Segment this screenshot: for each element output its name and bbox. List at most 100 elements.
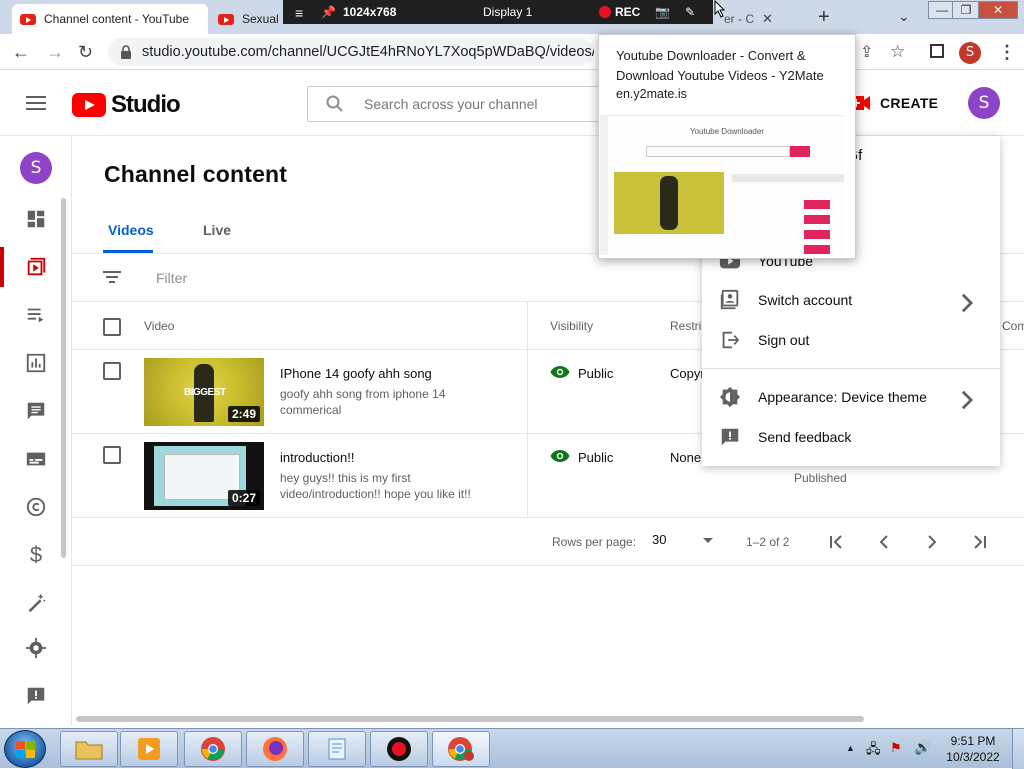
taskbar-chrome-profile[interactable] — [432, 731, 490, 767]
display-label[interactable]: Display 1 — [483, 5, 532, 19]
menu-item-label: Switch account — [758, 292, 853, 308]
network-icon[interactable]: 🖧 — [866, 740, 881, 762]
restrictions-status[interactable]: Copyr — [670, 366, 705, 381]
taskbar-firefox[interactable] — [246, 731, 304, 767]
dashboard-icon — [27, 210, 45, 228]
column-header-comments[interactable]: Com — [1002, 319, 1024, 333]
taskbar-explorer[interactable] — [60, 731, 118, 767]
recorder-icon — [387, 737, 411, 761]
reload-icon[interactable]: ↻ — [78, 42, 93, 63]
column-header-video[interactable]: Video — [144, 319, 174, 333]
record-dot-icon — [599, 6, 611, 18]
tab-search-chevron-icon[interactable]: ⌄ — [898, 8, 910, 25]
channel-avatar[interactable]: S — [20, 152, 52, 184]
sidebar-item-earn[interactable]: $ — [0, 535, 72, 575]
side-panel-icon[interactable] — [930, 44, 944, 58]
volume-icon[interactable]: 🔊 — [914, 739, 931, 756]
restore-icon[interactable]: ❐ — [952, 1, 980, 19]
previous-page-icon[interactable] — [876, 534, 892, 550]
video-title[interactable]: introduction!! — [280, 450, 354, 465]
forward-icon[interactable]: → — [46, 42, 64, 63]
address-bar[interactable]: studio.youtube.com/channel/UCGJtE4hRNoYL… — [108, 38, 594, 66]
show-desktop-button[interactable] — [1012, 729, 1024, 769]
menu-item-send-feedback[interactable]: Send feedback — [702, 417, 1000, 457]
tab-third[interactable]: er - C ✕ — [716, 4, 806, 34]
tab-videos[interactable]: Videos — [108, 222, 154, 238]
restrictions-status[interactable]: None — [670, 450, 701, 465]
pencil-icon[interactable]: ✎ — [685, 5, 695, 19]
create-button[interactable]: CREATE — [848, 86, 938, 120]
preview-download-button — [804, 245, 830, 254]
pin-icon[interactable]: 📌 — [321, 5, 336, 19]
system-clock[interactable]: 9:51 PM 10/3/2022 — [944, 733, 1002, 765]
sidebar-item-dashboard[interactable] — [0, 199, 72, 239]
record-button[interactable]: REC — [599, 5, 640, 19]
menu-item-sign-out[interactable]: Sign out — [702, 320, 1000, 360]
filter-input[interactable]: Filter — [156, 270, 187, 286]
action-center-icon[interactable]: ⚑ — [890, 740, 902, 756]
menu-item-appearance[interactable]: Appearance: Device theme — [702, 377, 1000, 417]
column-header-restrictions[interactable]: Restri — [670, 319, 701, 333]
visibility-status[interactable]: Public — [578, 450, 613, 465]
show-hidden-icons-icon[interactable]: ▲ — [846, 743, 855, 753]
analytics-icon — [26, 353, 46, 373]
taskbar-chrome[interactable] — [184, 731, 242, 767]
video-thumbnail[interactable]: BIGGEST 2:49 — [144, 358, 264, 426]
sidebar-item-comments[interactable] — [0, 391, 72, 431]
sidebar-item-copyright[interactable] — [0, 487, 72, 527]
subtitles-icon — [26, 452, 46, 466]
clock-date: 10/3/2022 — [946, 750, 1000, 764]
tab-second[interactable]: Sexual — [210, 4, 290, 34]
next-page-icon[interactable] — [924, 534, 940, 550]
switch-account-icon — [720, 289, 739, 310]
rows-per-page-select[interactable]: 30 — [652, 532, 714, 552]
video-thumbnail[interactable]: 0:27 — [144, 442, 264, 510]
youtube-favicon-icon — [218, 13, 234, 25]
new-tab-icon[interactable]: + — [818, 6, 830, 29]
menu-icon[interactable]: ≡ — [295, 5, 303, 21]
customization-icon — [28, 593, 46, 613]
taskbar-recorder[interactable] — [370, 731, 428, 767]
windows-taskbar: ▲ 🖧 ⚑ 🔊 9:51 PM 10/3/2022 — [0, 728, 1024, 769]
select-all-checkbox[interactable] — [103, 318, 121, 336]
start-button[interactable] — [4, 730, 46, 768]
horizontal-scrollbar[interactable] — [76, 716, 864, 722]
tab-channel-content[interactable]: Channel content - YouTube — [12, 4, 208, 34]
sidebar-item-subtitles[interactable] — [0, 439, 72, 479]
taskbar-notepad[interactable] — [308, 731, 366, 767]
bookmark-star-icon[interactable]: ☆ — [890, 42, 905, 62]
studio-logo[interactable]: Studio — [72, 91, 181, 119]
camera-icon[interactable]: 📷 — [655, 5, 670, 19]
feedback-icon — [27, 687, 45, 705]
sidebar-item-feedback[interactable] — [0, 676, 72, 716]
first-page-icon[interactable] — [828, 534, 844, 550]
tab-live[interactable]: Live — [203, 222, 231, 238]
account-avatar[interactable]: S — [968, 87, 1000, 119]
more-options-icon[interactable]: ⋮ — [998, 42, 1016, 63]
menu-item-switch-account[interactable]: Switch account — [702, 280, 1000, 320]
menu-item-label: Appearance: Device theme — [758, 389, 927, 405]
sidebar-item-analytics[interactable] — [0, 343, 72, 383]
video-title[interactable]: IPhone 14 goofy ahh song — [280, 366, 432, 381]
share-icon[interactable]: ⇪ — [860, 42, 873, 62]
browser-profile-avatar[interactable]: S — [959, 42, 981, 64]
search-input[interactable]: Search across your channel — [307, 86, 607, 122]
row-checkbox[interactable] — [103, 362, 121, 380]
back-icon[interactable]: ← — [12, 42, 30, 63]
last-page-icon[interactable] — [972, 534, 988, 550]
close-tab-icon[interactable]: ✕ — [762, 11, 773, 27]
taskbar-media-player[interactable] — [120, 731, 178, 767]
close-window-icon[interactable]: ✕ — [978, 1, 1018, 19]
column-header-visibility[interactable]: Visibility — [550, 319, 593, 333]
notepad-icon — [328, 738, 346, 760]
sidebar-item-settings[interactable] — [0, 628, 72, 668]
visibility-status[interactable]: Public — [578, 366, 613, 381]
filter-icon[interactable] — [103, 270, 121, 284]
tab-hover-preview: Youtube Downloader - Convert & Download … — [598, 34, 856, 259]
sidebar-item-customization[interactable] — [0, 583, 72, 623]
hamburger-menu-icon[interactable] — [26, 95, 46, 111]
sidebar-item-content[interactable] — [0, 247, 72, 287]
sidebar-item-playlists[interactable] — [0, 295, 72, 335]
sign-out-icon — [722, 331, 740, 349]
row-checkbox[interactable] — [103, 446, 121, 464]
